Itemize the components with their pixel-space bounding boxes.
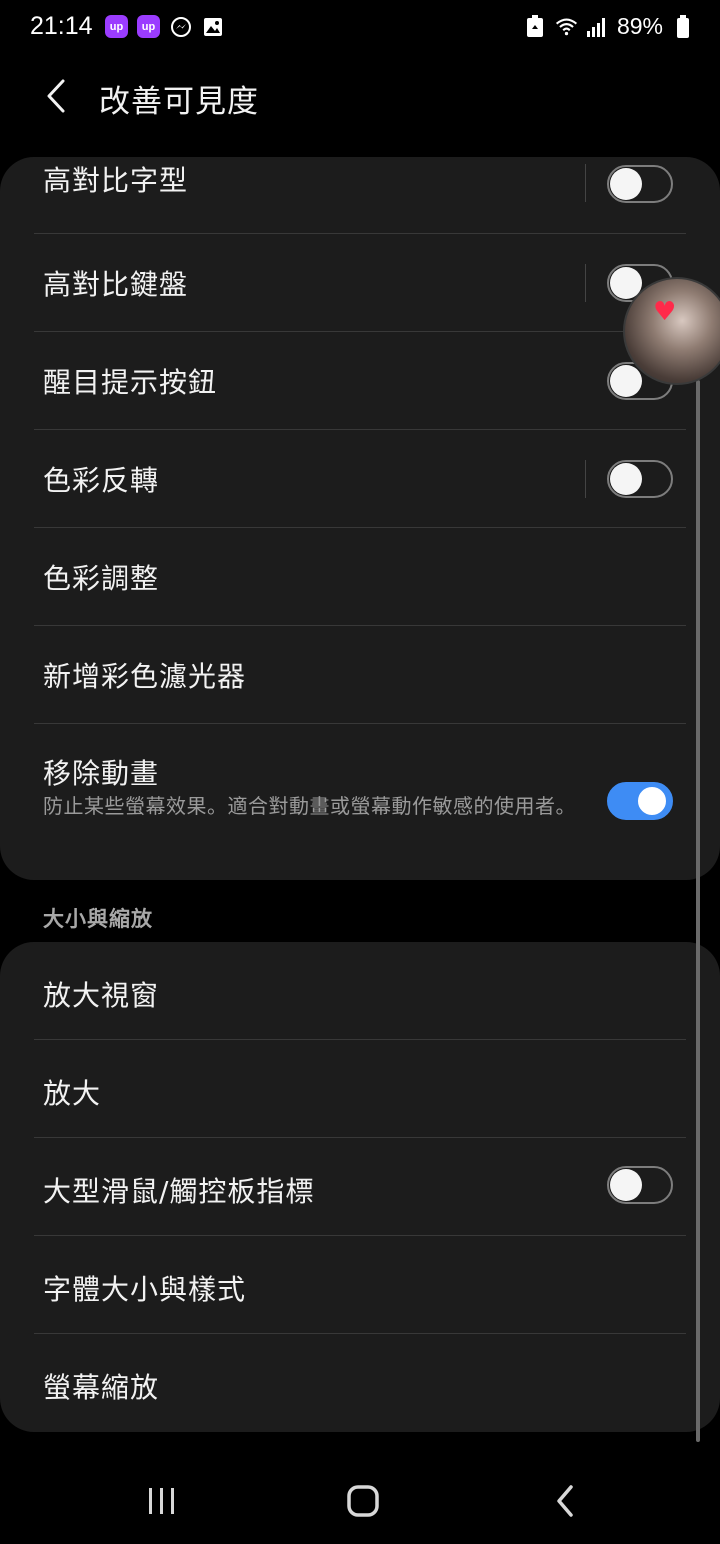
setting-label: 色彩反轉 — [43, 464, 160, 497]
chevron-left-icon — [47, 79, 65, 113]
size-zoom-card: 放大視窗 放大 大型滑鼠/觸控板指標 字體大小與樣式 螢幕縮放 — [0, 942, 720, 1432]
recent-apps-button[interactable] — [132, 1476, 192, 1526]
scrollbar[interactable] — [696, 380, 700, 1442]
battery-icon — [671, 14, 694, 38]
setting-row-font-size-style[interactable]: 字體大小與樣式 — [0, 1236, 720, 1334]
visibility-settings-card: 高對比字型 高對比鍵盤 醒目提示按鈕 色彩反轉 色彩調整 新增彩色濾光器 移除動… — [0, 157, 720, 880]
battery-percent: 89% — [616, 13, 663, 39]
setting-label: 螢幕縮放 — [43, 1371, 160, 1404]
back-button[interactable] — [34, 74, 78, 118]
heart-icon: ♥ — [653, 297, 677, 327]
setting-row-magnifier-window[interactable]: 放大視窗 — [0, 942, 720, 1040]
section-header-size-zoom: 大小與縮放 — [43, 907, 153, 931]
setting-label: 移除動畫 — [43, 757, 160, 790]
toggle-switch[interactable] — [607, 165, 673, 203]
switch-knob — [610, 1169, 642, 1201]
setting-label: 高對比鍵盤 — [43, 268, 189, 301]
setting-row-high-contrast-keyboard[interactable]: 高對比鍵盤 — [0, 234, 720, 332]
setting-row-remove-animations[interactable]: 移除動畫 防止某些螢幕效果。適合對動畫或螢幕動作敏感的使用者。 — [0, 724, 720, 880]
switch-knob — [610, 365, 642, 397]
setting-row-magnification[interactable]: 放大 — [0, 1040, 720, 1138]
row-separator — [585, 164, 586, 202]
setting-description: 防止某些螢幕效果。適合對動畫或螢幕動作敏感的使用者。 — [43, 794, 576, 818]
nav-back-button[interactable] — [535, 1476, 595, 1526]
setting-label: 放大 — [43, 1077, 102, 1110]
status-time: 21:14 — [30, 12, 93, 40]
home-button[interactable] — [333, 1476, 393, 1526]
signal-icon — [586, 15, 609, 38]
row-separator — [585, 460, 586, 498]
row-separator — [585, 264, 586, 302]
setting-row-screen-zoom[interactable]: 螢幕縮放 — [0, 1334, 720, 1432]
recycle-icon — [524, 14, 547, 38]
setting-label: 高對比字型 — [43, 164, 189, 197]
notification-icons: up up — [105, 15, 224, 38]
up-app-icon: up — [137, 15, 160, 38]
app-header: 改善可見度 — [0, 60, 720, 136]
setting-row-color-inversion[interactable]: 色彩反轉 — [0, 430, 720, 528]
setting-label: 放大視窗 — [43, 979, 160, 1012]
switch-knob — [636, 785, 668, 817]
setting-row-highlight-buttons[interactable]: 醒目提示按鈕 — [0, 332, 720, 430]
setting-row-color-filter[interactable]: 新增彩色濾光器 — [0, 626, 720, 724]
gallery-icon — [201, 15, 224, 38]
recent-apps-icon — [149, 1488, 174, 1514]
back-icon — [557, 1485, 573, 1517]
wifi-icon — [555, 15, 578, 38]
status-bar: 21:14 up up 89% — [0, 0, 720, 56]
setting-label: 字體大小與樣式 — [43, 1273, 247, 1306]
messenger-icon — [169, 15, 192, 38]
setting-row-high-contrast-font[interactable]: 高對比字型 — [0, 157, 720, 234]
toggle-switch[interactable] — [607, 460, 673, 498]
setting-row-large-pointer[interactable]: 大型滑鼠/觸控板指標 — [0, 1138, 720, 1236]
chat-head-bubble[interactable]: ♥ — [623, 277, 720, 385]
setting-label: 新增彩色濾光器 — [43, 660, 247, 693]
switch-knob — [610, 463, 642, 495]
switch-knob — [610, 168, 642, 200]
toggle-switch[interactable] — [607, 782, 673, 820]
setting-label: 大型滑鼠/觸控板指標 — [43, 1175, 315, 1208]
home-icon — [347, 1485, 379, 1517]
system-status-icons: 89% — [524, 13, 694, 40]
page-title: 改善可見度 — [99, 84, 259, 120]
up-app-icon: up — [105, 15, 128, 38]
setting-row-color-adjustment[interactable]: 色彩調整 — [0, 528, 720, 626]
setting-label: 醒目提示按鈕 — [43, 366, 218, 399]
navigation-bar — [0, 1456, 720, 1544]
screen: 21:14 up up 89% 改善可見度 高對比字型 高對比鍵盤 醒目提示按鈕… — [0, 0, 720, 1544]
setting-label: 色彩調整 — [43, 562, 160, 595]
toggle-switch[interactable] — [607, 1166, 673, 1204]
